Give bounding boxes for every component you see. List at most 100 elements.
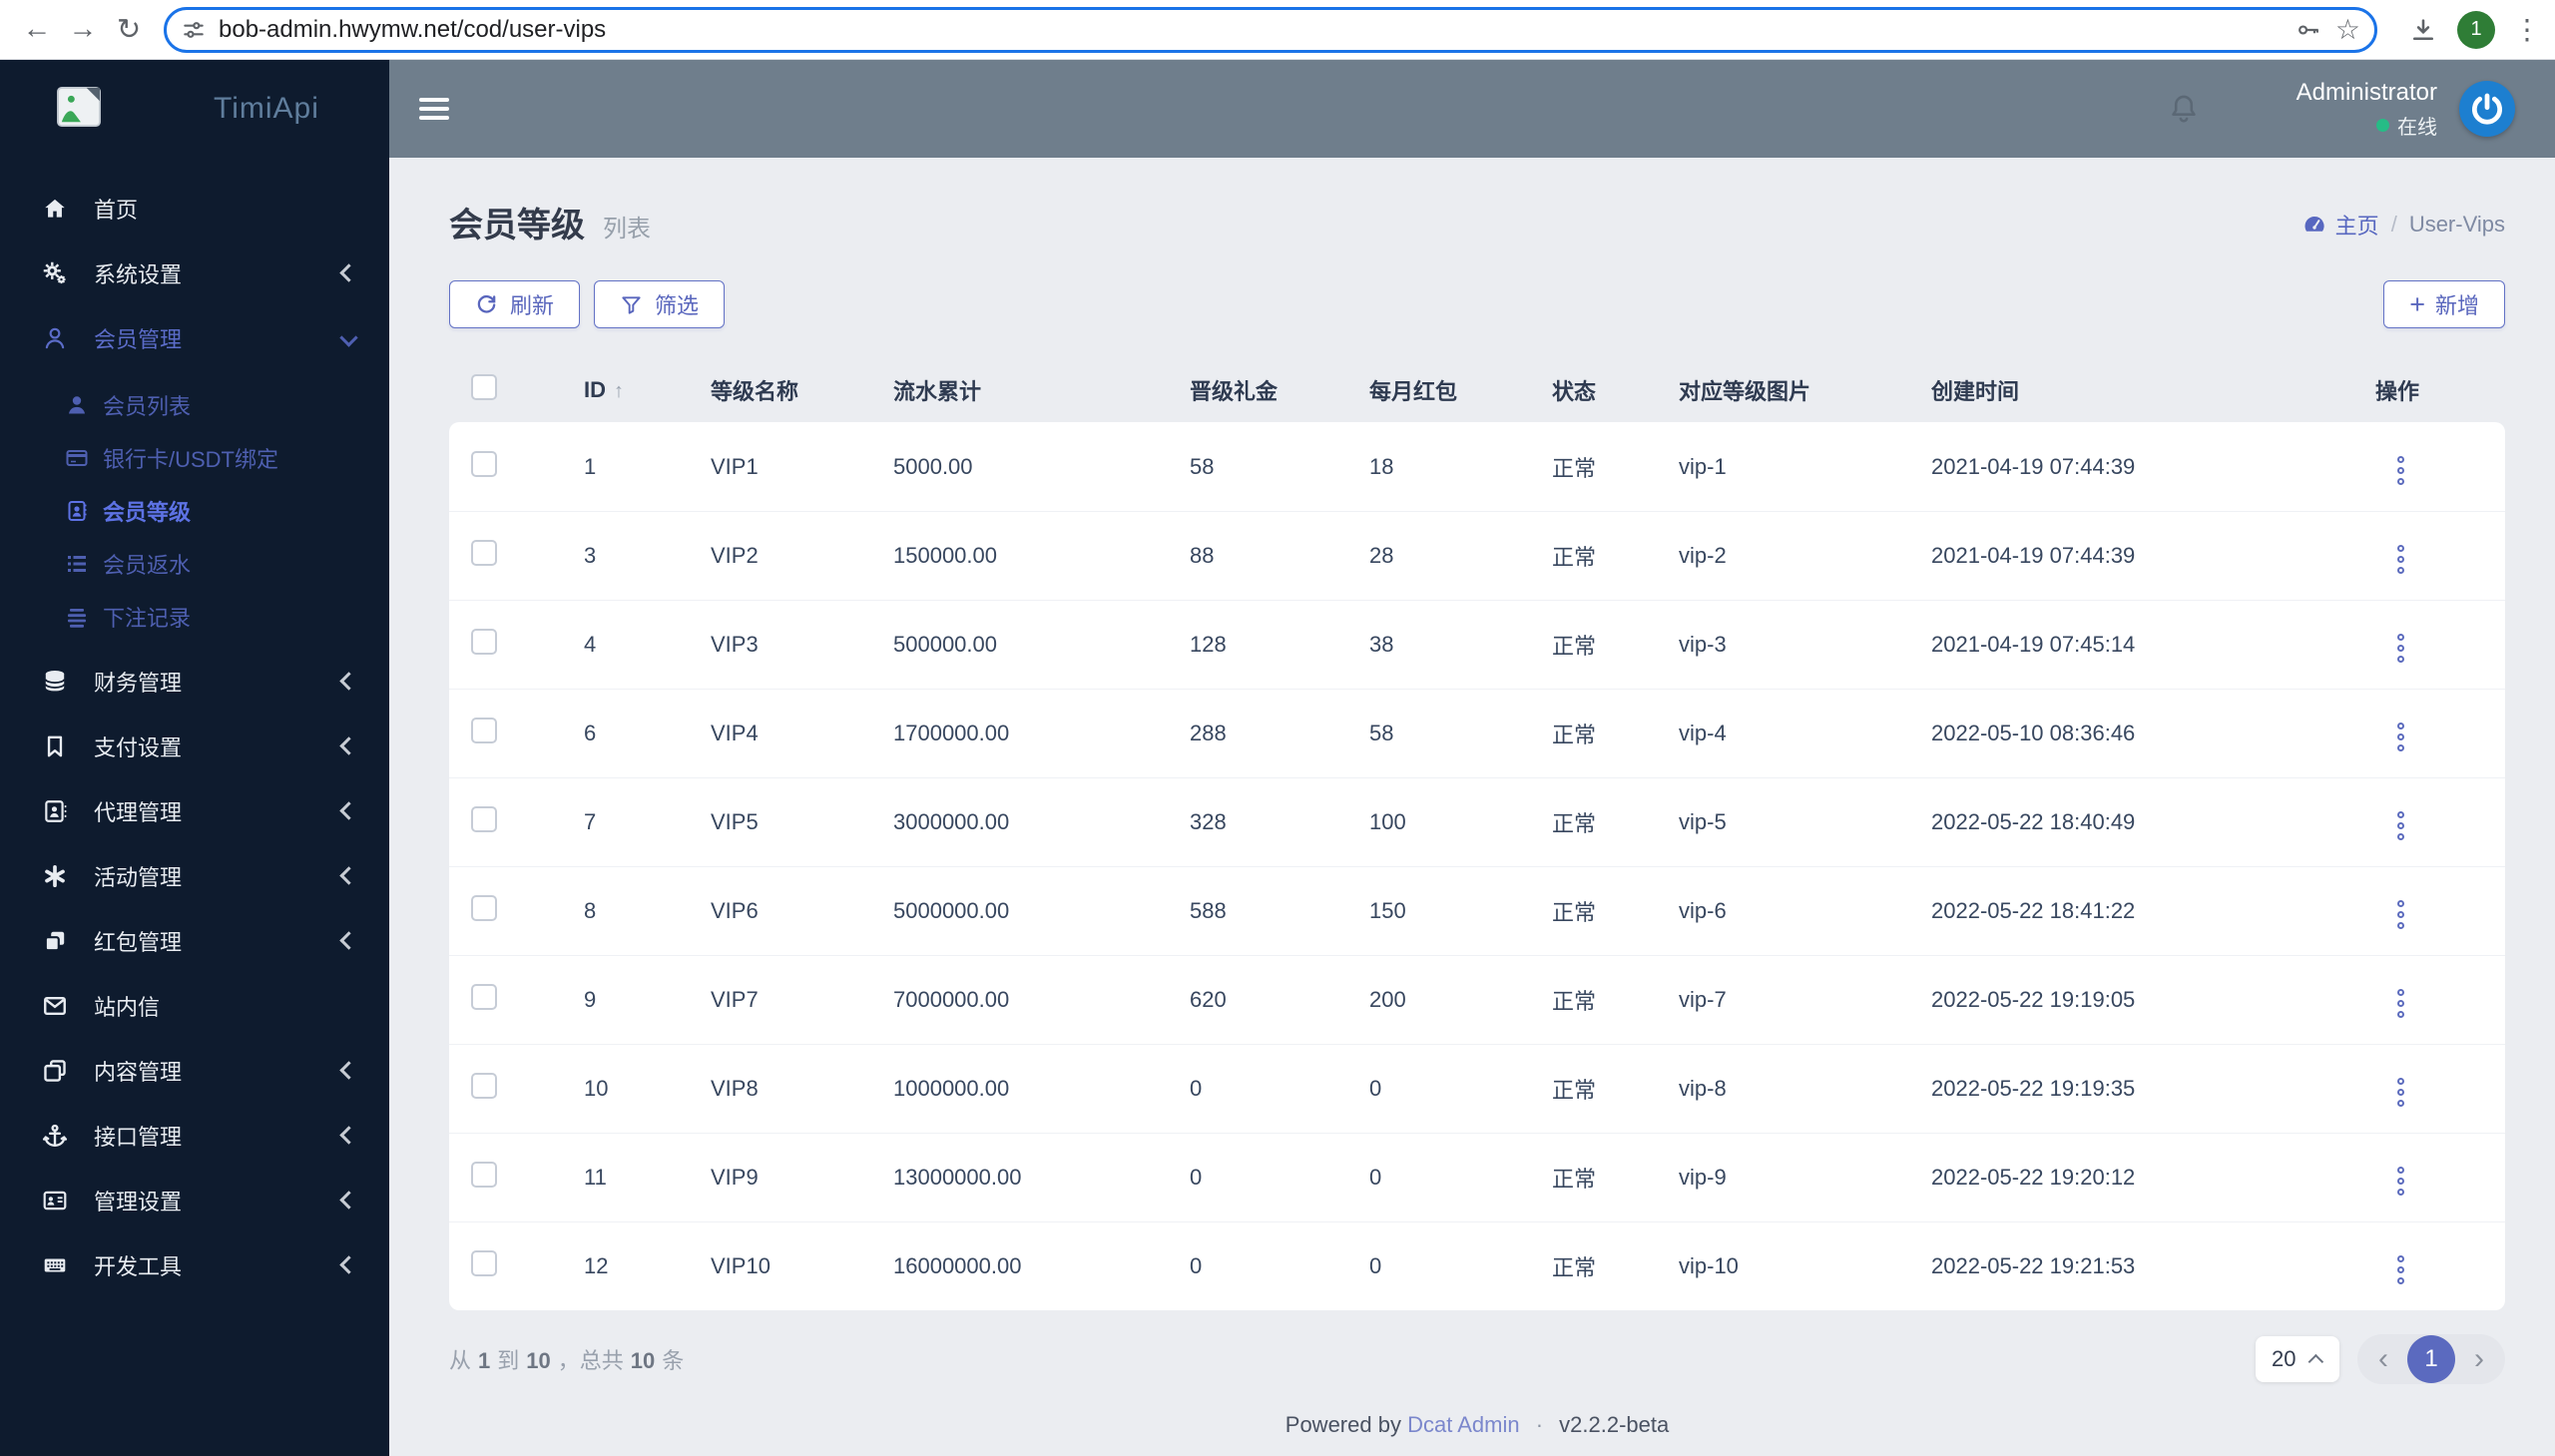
cell-id: 6 [584,721,711,746]
row-actions-cell [2375,1154,2505,1202]
add-button[interactable]: + 新增 [2383,280,2505,328]
bookmark-star-icon[interactable]: ☆ [2335,13,2360,46]
user-menu[interactable]: Administrator 在线 [2297,79,2437,140]
powered-by: Powered by Dcat Admin · v2.2.2-beta [449,1412,2505,1438]
logo[interactable]: TimiApi [0,60,389,158]
sort-asc-icon[interactable]: ↑ [614,380,624,402]
align-list-icon [62,605,92,629]
row-actions-cell [2375,887,2505,935]
dcat-admin-link[interactable]: Dcat Admin [1407,1412,1520,1437]
notifications-bell-icon[interactable] [2167,92,2201,126]
row-actions-button[interactable] [2391,450,2410,491]
row-actions-button[interactable] [2391,983,2410,1024]
next-page-button[interactable]: › [2467,1344,2491,1374]
sidebar-item-payment-settings[interactable]: 支付设置 [0,714,389,778]
cell-image: vip-5 [1679,809,1931,835]
url-text[interactable]: bob-admin.hwymw.net/cod/user-vips [219,16,2282,44]
breadcrumb-home[interactable]: 主页 [2335,209,2379,241]
sidebar-item-label: 会员管理 [94,322,182,354]
chevron-left-icon [339,1191,357,1209]
sidebar-item-content-management[interactable]: 内容管理 [0,1038,389,1103]
cell-name: VIP10 [711,1253,893,1279]
row-actions-button[interactable] [2391,1072,2410,1113]
sidebar-item-finance-management[interactable]: 财务管理 [0,649,389,714]
cell-image: vip-1 [1679,454,1931,480]
column-header-0[interactable]: ID↑ [584,377,711,403]
sidebar-item-label: 管理设置 [94,1185,182,1216]
column-header-7: 创建时间 [1931,374,2375,406]
address-bar[interactable]: bob-admin.hwymw.net/cod/user-vips ☆ [164,7,2377,53]
cell-image: vip-7 [1679,987,1931,1013]
list-icon [62,552,92,576]
column-header-label: 每月红包 [1369,379,1457,404]
sidebar-item-label: 支付设置 [94,730,182,762]
prev-page-button[interactable]: ‹ [2371,1344,2395,1374]
sidebar-item-label: 财务管理 [94,666,182,698]
select-all-checkbox[interactable] [471,374,497,400]
column-header-label: 晋级礼金 [1190,379,1278,404]
password-key-icon[interactable] [2296,17,2321,43]
cell-created_at: 2021-04-19 07:44:39 [1931,543,2375,569]
avatar[interactable] [2459,81,2515,137]
sidebar-item-api-management[interactable]: 接口管理 [0,1103,389,1168]
sidebar-item-member-management[interactable]: 会员管理 [0,305,389,370]
sidebar-toggle-button[interactable] [419,93,449,125]
row-checkbox-cell [449,629,584,661]
content: 会员等级 列表 主页 / User-Vips 刷新 筛选 [389,158,2555,1456]
sidebar-item-home[interactable]: 首页 [0,176,389,241]
row-actions-button[interactable] [2391,1249,2410,1290]
per-page-select[interactable]: 20 [2256,1336,2339,1382]
reload-button[interactable]: ↻ [106,12,152,47]
cell-name: VIP9 [711,1165,893,1191]
row-actions-button[interactable] [2391,628,2410,669]
cell-turnover: 5000000.00 [893,898,1190,924]
row-checkbox-cell [449,895,584,927]
row-actions-button[interactable] [2391,1161,2410,1202]
cell-promotion_gift: 128 [1190,632,1369,658]
sidebar-item-bank-usdt-binding[interactable]: 银行卡/USDT绑定 [0,431,389,484]
sidebar-item-label: 开发工具 [94,1249,182,1281]
sidebar-item-agent-management[interactable]: 代理管理 [0,778,389,843]
row-actions-button[interactable] [2391,805,2410,846]
sidebar-item-system-settings[interactable]: 系统设置 [0,241,389,305]
current-page-button[interactable]: 1 [2407,1335,2455,1383]
row-checkbox[interactable] [471,806,497,832]
sidebar-item-admin-settings[interactable]: 管理设置 [0,1168,389,1232]
row-actions-button[interactable] [2391,717,2410,757]
row-checkbox[interactable] [471,1073,497,1099]
row-checkbox[interactable] [471,1250,497,1276]
row-checkbox[interactable] [471,984,497,1010]
sidebar-item-bet-records[interactable]: 下注记录 [0,590,389,643]
chevron-left-icon [339,1061,357,1079]
cell-name: VIP7 [711,987,893,1013]
row-actions-cell [2375,1242,2505,1290]
row-checkbox[interactable] [471,1162,497,1188]
browser-profile-avatar[interactable]: 1 [2457,11,2495,49]
sidebar-item-label: 会员列表 [103,389,191,421]
sidebar-item-member-rebate[interactable]: 会员返水 [0,537,389,590]
filter-button[interactable]: 筛选 [594,280,725,328]
forward-button[interactable]: → [60,13,106,46]
back-button[interactable]: ← [14,13,60,46]
site-settings-icon[interactable] [181,17,207,43]
refresh-button[interactable]: 刷新 [449,280,580,328]
browser-menu-icon[interactable]: ⋮ [2513,13,2541,46]
row-checkbox[interactable] [471,451,497,477]
row-checkbox[interactable] [471,629,497,655]
download-icon[interactable] [2409,16,2437,44]
row-checkbox-cell [449,1162,584,1194]
sidebar-item-dev-tools[interactable]: 开发工具 [0,1232,389,1297]
row-checkbox[interactable] [471,718,497,743]
chevron-left-icon [339,931,357,949]
row-actions-button[interactable] [2391,894,2410,935]
row-actions-button[interactable] [2391,539,2410,580]
row-checkbox[interactable] [471,540,497,566]
sidebar-item-site-mail[interactable]: 站内信 [0,973,389,1038]
sidebar-item-redpacket-management[interactable]: 红包管理 [0,908,389,973]
row-checkbox[interactable] [471,895,497,921]
sidebar-item-activity-management[interactable]: 活动管理 [0,843,389,908]
cell-status: 正常 [1552,629,1679,661]
sidebar-item-member-list[interactable]: 会员列表 [0,378,389,431]
sidebar-item-member-level[interactable]: 会员等级 [0,484,389,537]
cell-id: 4 [584,632,711,658]
